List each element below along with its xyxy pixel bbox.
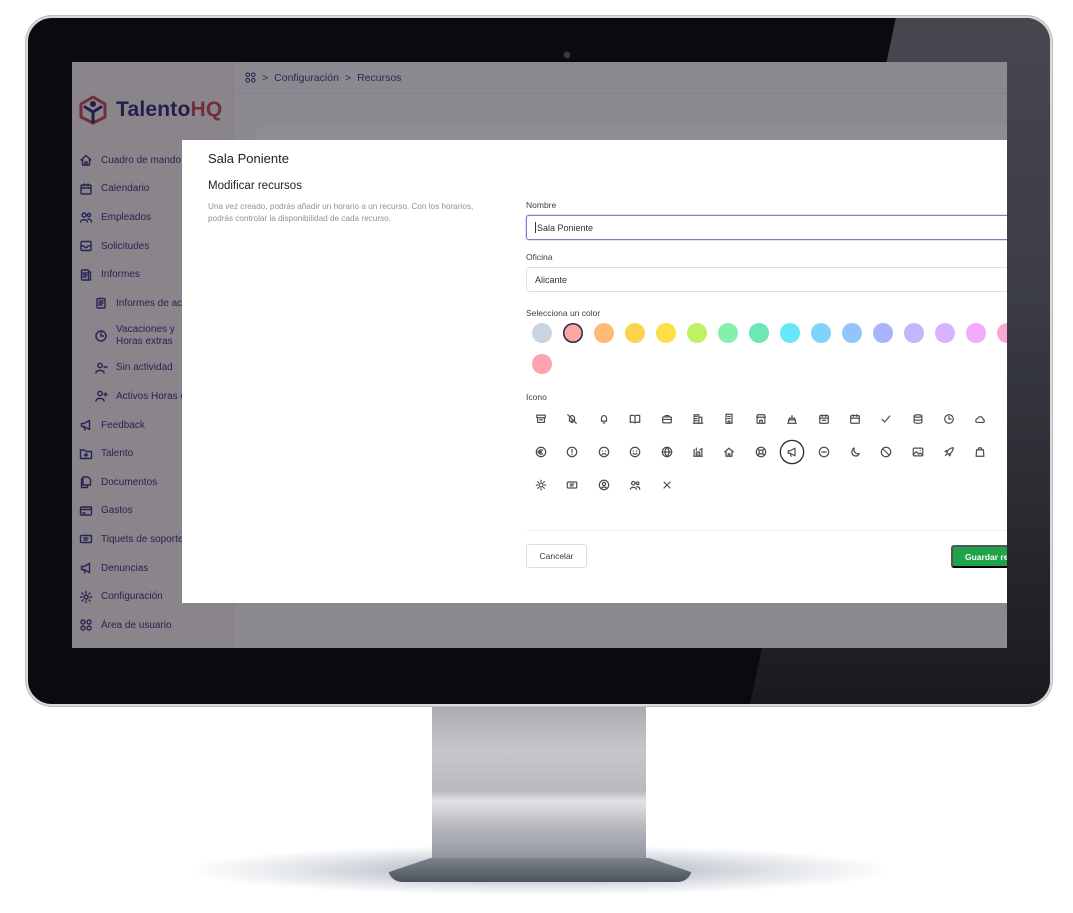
icon-label: Icono xyxy=(526,392,547,402)
color-swatch[interactable] xyxy=(997,323,1007,343)
footer-divider xyxy=(526,530,1007,531)
more-icon[interactable] xyxy=(1001,441,1007,463)
color-swatch[interactable] xyxy=(594,323,614,343)
office-select[interactable]: Alicante xyxy=(526,267,1007,292)
color-swatch[interactable] xyxy=(904,323,924,343)
name-input[interactable]: Sala Poniente xyxy=(526,215,1007,240)
briefcase-icon[interactable] xyxy=(656,408,678,430)
save-resource-button[interactable]: Guardar recurso xyxy=(951,545,1007,568)
exclamation-circle-icon[interactable] xyxy=(561,441,583,463)
section-description: Una vez creado, podrás añadir un horario… xyxy=(208,202,474,223)
office-label: Oficina xyxy=(526,252,553,262)
color-swatch[interactable] xyxy=(873,323,893,343)
building-office-icon[interactable] xyxy=(687,408,709,430)
color-picker xyxy=(526,323,1007,374)
icon-picker xyxy=(526,408,1007,496)
section-title: Modificar recursos xyxy=(208,180,302,192)
database-icon[interactable] xyxy=(907,408,929,430)
color-swatch[interactable] xyxy=(780,323,800,343)
edit-resource-modal: Sala Poniente Modificar recursos Una vez… xyxy=(182,140,1007,603)
cloud-icon[interactable] xyxy=(969,408,991,430)
building-icon[interactable] xyxy=(718,408,740,430)
color-swatch[interactable] xyxy=(532,354,552,374)
book-open-icon[interactable] xyxy=(624,408,646,430)
color-swatch[interactable] xyxy=(656,323,676,343)
users-icon[interactable] xyxy=(624,474,646,496)
color-swatch[interactable] xyxy=(718,323,738,343)
color-swatch[interactable] xyxy=(687,323,707,343)
monitor-stand xyxy=(432,705,646,860)
globe-icon[interactable] xyxy=(656,441,678,463)
office-select-value: Alicante xyxy=(535,274,568,285)
storefront-icon[interactable] xyxy=(750,408,772,430)
color-swatch[interactable] xyxy=(935,323,955,343)
building-library-icon[interactable] xyxy=(687,441,709,463)
shopping-bag-icon[interactable] xyxy=(969,441,991,463)
name-input-value: Sala Poniente xyxy=(537,222,594,233)
color-swatch[interactable] xyxy=(842,323,862,343)
moon-icon[interactable] xyxy=(844,441,866,463)
color-swatch[interactable] xyxy=(625,323,645,343)
calendar-days-icon[interactable] xyxy=(813,408,835,430)
color-swatch[interactable] xyxy=(749,323,769,343)
x-mark-icon[interactable] xyxy=(656,474,678,496)
color-label: Selecciona un color xyxy=(526,308,601,318)
photo-icon[interactable] xyxy=(907,441,929,463)
name-label: Nombre xyxy=(526,200,557,210)
color-swatch[interactable] xyxy=(811,323,831,343)
bell-icon[interactable] xyxy=(593,408,615,430)
app-screen: TalentoHQ Cuadro de mandoCalendarioEmple… xyxy=(72,62,1007,648)
camera-icon xyxy=(564,52,570,58)
cake-icon[interactable] xyxy=(781,408,803,430)
rocket-icon[interactable] xyxy=(938,441,960,463)
check-icon[interactable] xyxy=(875,408,897,430)
bell-slash-icon[interactable] xyxy=(561,408,583,430)
cancel-button[interactable]: Cancelar xyxy=(526,544,587,568)
minus-circle-icon[interactable] xyxy=(813,441,835,463)
lifebuoy-icon[interactable] xyxy=(750,441,772,463)
color-swatch[interactable] xyxy=(532,323,552,343)
sun-icon[interactable] xyxy=(530,474,552,496)
monitor-base xyxy=(388,858,692,882)
face-frown-icon[interactable] xyxy=(593,441,615,463)
resource-form: Nombre Sala Poniente Oficina Alicante Se… xyxy=(526,200,1007,508)
user-circle-icon[interactable] xyxy=(593,474,615,496)
face-smile-icon[interactable] xyxy=(624,441,646,463)
archive-icon[interactable] xyxy=(530,408,552,430)
text-caret xyxy=(535,222,536,233)
color-swatch[interactable] xyxy=(966,323,986,343)
euro-icon[interactable] xyxy=(530,441,552,463)
clock-icon[interactable] xyxy=(938,408,960,430)
modal-title: Sala Poniente xyxy=(208,151,289,166)
no-symbol-icon[interactable] xyxy=(875,441,897,463)
color-swatch[interactable] xyxy=(563,323,583,343)
home-icon[interactable] xyxy=(718,441,740,463)
more-icon[interactable] xyxy=(1001,408,1007,430)
ticket-icon[interactable] xyxy=(561,474,583,496)
calendar-icon[interactable] xyxy=(844,408,866,430)
megaphone-icon[interactable] xyxy=(781,441,803,463)
